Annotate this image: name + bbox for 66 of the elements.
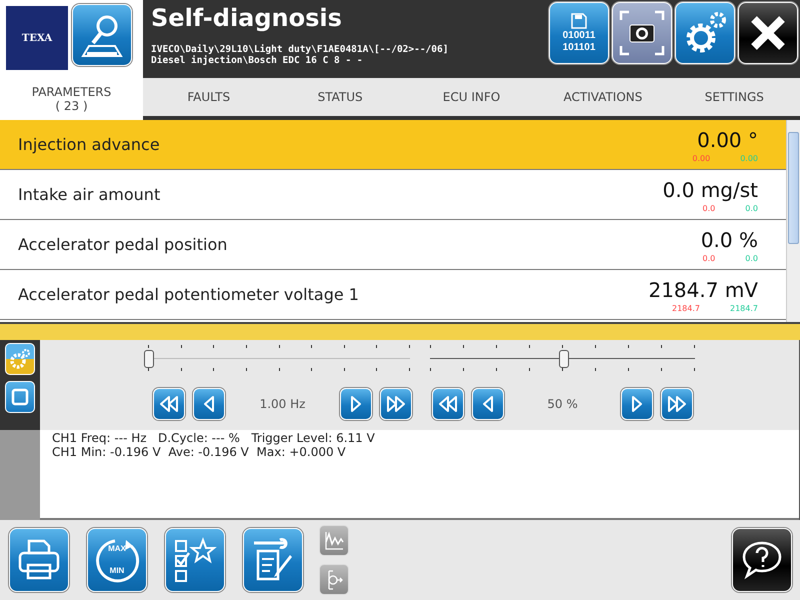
signal-input-button[interactable] bbox=[319, 564, 349, 595]
fast-rewind-button[interactable] bbox=[432, 388, 464, 420]
step-forward-icon bbox=[630, 395, 644, 413]
parameter-value: 0.00 ° bbox=[697, 126, 758, 152]
print-button[interactable] bbox=[9, 528, 69, 592]
parameter-name: Accelerator pedal potentiometer voltage 1 bbox=[18, 285, 359, 304]
fast-forward-button[interactable] bbox=[661, 388, 693, 420]
step-back-button[interactable] bbox=[472, 388, 504, 420]
readout-line: CH1 Min: -0.196 V Ave: -0.196 V Max: +0.000 V bbox=[52, 445, 347, 459]
step-forward-icon bbox=[349, 395, 363, 413]
close-button[interactable] bbox=[738, 2, 798, 64]
parameter-name: Accelerator pedal position bbox=[18, 235, 228, 254]
maximum-value: 2184.7 bbox=[730, 302, 758, 314]
minimum-value: 0.0 bbox=[702, 202, 716, 214]
settings-button[interactable] bbox=[5, 343, 35, 375]
checklist-button[interactable] bbox=[165, 528, 225, 592]
step-back-icon bbox=[481, 395, 495, 413]
fast-rewind-icon bbox=[159, 395, 179, 413]
maximum-value: 0.0 bbox=[745, 202, 758, 214]
step-back-button[interactable] bbox=[193, 388, 225, 420]
help-button[interactable] bbox=[732, 528, 792, 592]
waveform-icon bbox=[323, 530, 345, 552]
fast-forward-button[interactable] bbox=[380, 388, 412, 420]
slider-reading: 1.00 Hz bbox=[258, 397, 306, 411]
parameter-value: 0.0 % bbox=[700, 226, 758, 252]
report-button[interactable] bbox=[243, 528, 303, 592]
camera-icon bbox=[617, 8, 667, 58]
vehicle-path: IVECO\Daily\29L10\Light duty\F1AE0481A\[--/02>--/06] bbox=[151, 44, 448, 55]
scrollbar[interactable] bbox=[786, 120, 800, 322]
readout-line: CH1 Freq: --- Hz D.Cycle: --- % Trigger Level: 6.11 V bbox=[52, 431, 376, 445]
tab[interactable]: ECU INFO bbox=[406, 78, 538, 120]
max-min-button[interactable]: MAX MIN bbox=[87, 528, 147, 592]
maximum-value: 0.0 bbox=[745, 252, 758, 264]
checklist-star-icon bbox=[172, 537, 218, 583]
minimum-value: 0.00 bbox=[692, 152, 710, 164]
square-icon bbox=[10, 387, 30, 407]
parameter-value: 2184.7 mV bbox=[648, 276, 758, 302]
parameter-value: 0.0 mg/st bbox=[662, 176, 758, 202]
minimum-value: 0.0 bbox=[702, 252, 716, 264]
search-vehicle-button[interactable] bbox=[72, 4, 132, 66]
parameter-row[interactable]: Injection advance 0.00 ° 0.00 0.00 bbox=[0, 120, 786, 170]
fast-forward-icon bbox=[667, 395, 687, 413]
fast-rewind-icon bbox=[438, 395, 458, 413]
vehicle-path: Diesel injection\Bosch EDC 16 C 8 - - bbox=[151, 55, 364, 66]
tab[interactable]: STATUS bbox=[274, 78, 406, 120]
step-forward-button[interactable] bbox=[621, 388, 653, 420]
tab[interactable]: FAULTS bbox=[143, 78, 274, 120]
save-data-button[interactable]: 010011 101101 bbox=[549, 2, 609, 64]
tab[interactable]: SETTINGS bbox=[668, 78, 800, 120]
slider-reading: 50 % bbox=[546, 397, 579, 411]
tab[interactable]: ACTIVATIONS bbox=[537, 78, 669, 120]
minimum-value: 2184.7 bbox=[672, 302, 700, 314]
fast-rewind-button[interactable] bbox=[153, 388, 185, 420]
waveform-button[interactable] bbox=[319, 525, 349, 556]
parameter-name: Injection advance bbox=[18, 135, 160, 154]
fast-forward-icon bbox=[386, 395, 406, 413]
gears-icon bbox=[9, 348, 31, 370]
parameter-name: Intake air amount bbox=[18, 185, 160, 204]
texa-logo: TEXA bbox=[6, 6, 68, 70]
step-forward-button[interactable] bbox=[340, 388, 372, 420]
screenshot-button[interactable] bbox=[612, 2, 672, 64]
step-back-icon bbox=[202, 395, 216, 413]
window-title: Self-diagnosis bbox=[151, 3, 343, 34]
settings-button[interactable] bbox=[675, 2, 735, 64]
stop-button[interactable] bbox=[5, 381, 35, 413]
maximum-value: 0.00 bbox=[740, 152, 758, 164]
